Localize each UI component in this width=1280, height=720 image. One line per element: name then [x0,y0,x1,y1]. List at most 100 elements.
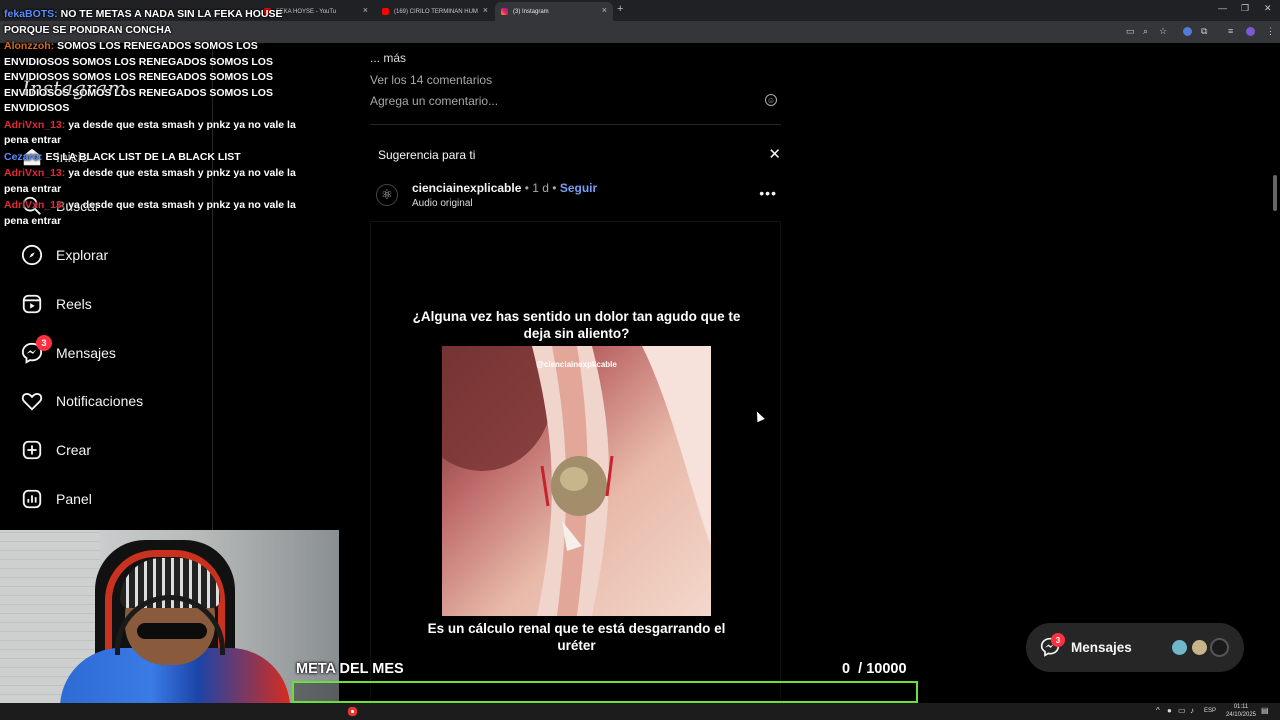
chat-message: AdriVxn_13: ya desde que esta smash y pn… [4,198,304,229]
messages-label: Mensajes [1071,640,1132,655]
account-header: cienciainexplicable • 1 d • Seguir [412,181,597,195]
goal-current: 0 [842,661,851,677]
scrollbar-thumb[interactable] [1273,175,1277,211]
close-tab-icon[interactable]: × [602,5,607,15]
chat-username: AdriVxn_13: [4,167,66,179]
sidebar-item-label: Panel [56,491,92,507]
browser-tab[interactable]: (169) CIRILO TERMINAN HUM × [376,2,494,21]
sidebar-item-label: Explorar [56,247,109,263]
instagram-feed: ... más Ver los 14 comentarios Agrega un… [370,43,781,703]
tab-label: (3) Instagram [513,8,549,15]
zoom-icon[interactable]: ⌕ [1143,26,1148,37]
contact-avatar[interactable] [1170,638,1189,657]
new-tab-button[interactable]: + [617,3,623,15]
comment-input[interactable]: Agrega un comentario... [370,94,498,108]
goal-target: / 10000 [858,661,907,677]
chat-message: Alonzzoh: SOMOS LOS RENEGADOS SOMOS LOS … [4,39,304,117]
instagram-icon [501,8,508,15]
chat-username: Cezaro: [4,150,43,163]
suggestion-heading: Sugerencia para ti [378,148,476,162]
sidebar-item-panel[interactable]: Panel [20,484,92,514]
chat-username: Alonzzoh: [4,40,55,52]
streamer-webcam [0,530,339,703]
language-indicator[interactable]: ESP [1204,708,1216,714]
extensions-puzzle-icon[interactable]: ⧉ [1201,26,1207,37]
video-question-caption: ¿Alguna vez has sentido un dolor tan agu… [412,309,741,341]
taskbar-clock[interactable]: 01:11 24/10/2025 [1226,704,1256,719]
volume-icon[interactable]: ♪ [1190,706,1194,715]
windows-taskbar: ^ ● ▭ ♪ ESP 01:11 24/10/2025 ▤ [0,703,1280,720]
bookmark-star-icon[interactable]: ☆ [1159,26,1167,37]
kidney-stone-image: @cienciainexplicable [442,346,711,616]
profile-avatar[interactable] [1246,27,1255,36]
close-icon[interactable]: ✕ [768,145,781,163]
sidebar-item-crear[interactable]: Crear [20,435,91,465]
more-options-icon[interactable]: ••• [759,185,777,201]
post-divider [370,124,781,125]
goal-progress-bar [292,681,918,703]
chat-message: Cezaro: ES LA BLACK LIST DE LA BLACK LIS… [4,150,304,166]
network-icon[interactable]: ▭ [1178,706,1186,715]
sidebar-item-label: Reels [56,296,92,312]
reels-icon [20,292,44,316]
contact-avatar[interactable] [1190,638,1209,657]
sidebar-item-reels[interactable]: Reels [20,289,92,319]
minimize-button[interactable]: — [1218,3,1227,13]
tab-label: (169) CIRILO TERMINAN HUM [394,8,478,15]
extension-icon[interactable] [1183,27,1192,36]
browser-tab-active[interactable]: (3) Instagram × [495,2,613,21]
chat-message: AdriVxn_13: ya desde que esta smash y pn… [4,166,304,197]
sidebar-item-mensajes[interactable]: 3 Mensajes [20,335,116,368]
chat-text: ES LA BLACK LIST DE LA BLACK LIST [45,150,241,163]
microphone-icon[interactable]: ● [1167,706,1172,715]
close-window-button[interactable]: ✕ [1264,3,1272,14]
sidebar-item-label: Mensajes [56,345,116,361]
dashboard-icon [20,487,44,511]
notifications-icon[interactable]: ▤ [1261,706,1269,715]
sidebar-item-label: Crear [56,442,92,458]
maximize-button[interactable]: ❐ [1241,3,1249,14]
video-answer-caption: Es un cálculo renal que te está desgarra… [427,621,726,653]
close-tab-icon[interactable]: × [483,5,488,15]
contact-avatar[interactable] [1210,638,1229,657]
video-watermark: @cienciainexplicable [536,360,617,369]
chat-username: AdriVxn_13: [4,118,66,131]
notification-badge: 3 [36,335,52,351]
sidebar-item-notificaciones[interactable]: Notificaciones [20,386,143,416]
emoji-icon[interactable]: ☺ [765,94,777,106]
chat-username: fekaBOTS: [4,8,58,20]
chat-message: fekaBOTS: NO TE METAS A NADA SIN LA FEKA… [4,7,304,38]
obs-icon[interactable] [347,706,358,717]
goal-count: 0 / 10000 [842,661,907,677]
post-time: • 1 d • [524,181,557,195]
reel-video[interactable]: ¿Alguna vez has sentido un dolor tan agu… [370,221,781,703]
goal-title: META DEL MES [296,661,404,677]
caption-more-link[interactable]: ... más [370,51,406,65]
view-comments-link[interactable]: Ver los 14 comentarios [370,73,492,87]
chat-message: AdriVxn_13: ya desde que esta smash y pn… [4,118,304,149]
tray-chevron-icon[interactable]: ^ [1156,706,1160,715]
account-avatar[interactable]: ⚛ [376,184,398,206]
sidebar-item-explorar[interactable]: Explorar [20,240,108,270]
sunglasses [137,623,207,639]
page-scrollbar[interactable] [1273,45,1277,700]
youtube-icon [382,8,389,15]
audio-label[interactable]: Audio original [412,198,473,209]
clock-date: 24/10/2025 [1225,711,1256,718]
follow-button[interactable]: Seguir [560,181,597,195]
compass-icon [20,243,44,267]
chat-username: AdriVxn_13: [4,199,66,211]
account-name[interactable]: cienciainexplicable [412,181,521,195]
messenger-icon: 3 [20,335,52,365]
heart-icon [20,389,44,413]
stream-chat-overlay: fekaBOTS: NO TE METAS A NADA SIN LA FEKA… [4,7,304,230]
screen-cast-icon[interactable]: ▭ [1126,26,1135,37]
menu-kebab-icon[interactable]: ⋮ [1266,26,1275,37]
sidebar-item-label: Notificaciones [56,393,144,409]
clock-time: 01:11 [1233,704,1249,710]
plus-square-icon [20,438,44,462]
reading-list-icon[interactable]: ≡ [1228,26,1233,36]
messages-badge: 3 [1051,633,1065,647]
close-tab-icon[interactable]: × [363,5,368,15]
messages-float-button[interactable]: 3 Mensajes [1026,623,1244,672]
